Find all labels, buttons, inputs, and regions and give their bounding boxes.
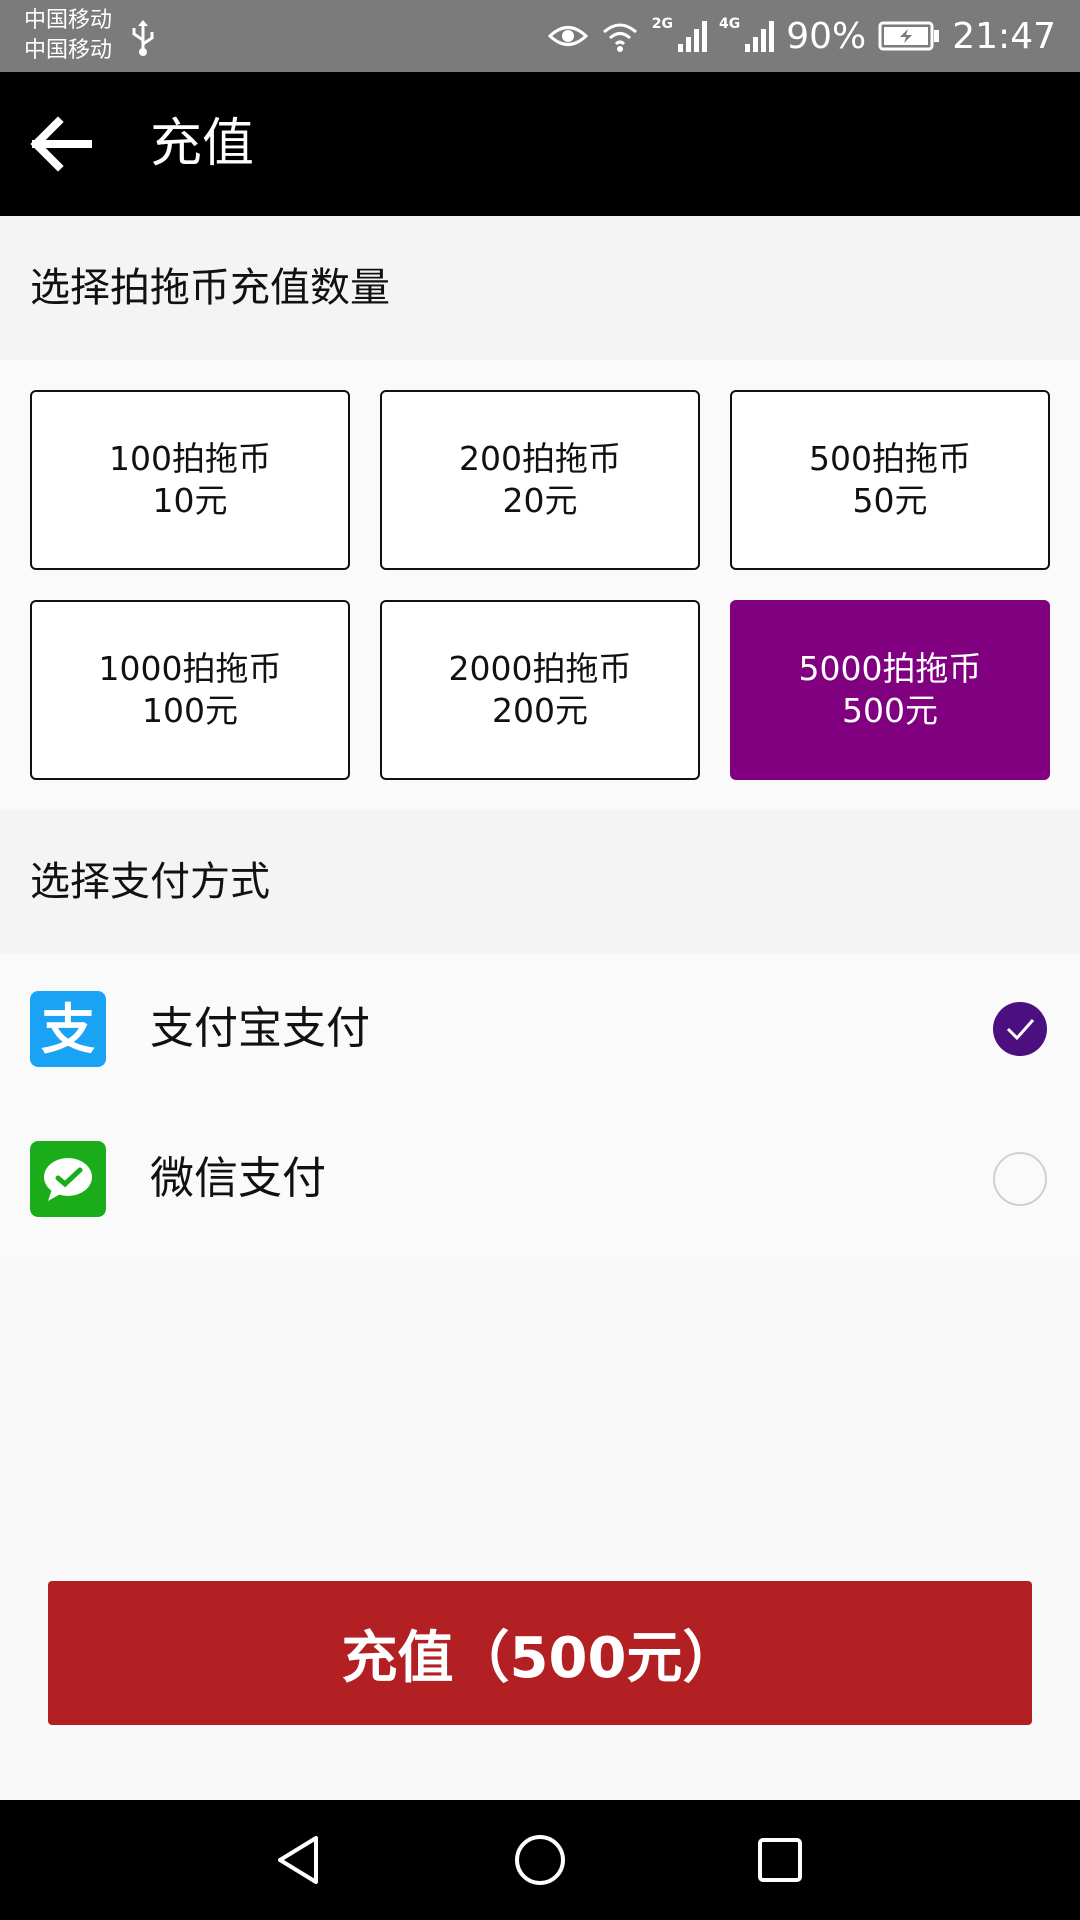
signal-icon [745,21,775,52]
amount-option-2000[interactable]: 2000拍拖币 200元 [380,600,700,780]
payment-option-alipay[interactable]: 支 支付宝支付 [0,954,1080,1104]
option-price: 20元 [502,481,578,520]
wifi-icon [602,23,637,52]
option-coins: 100拍拖币 [109,439,271,478]
svg-text:支: 支 [41,998,95,1061]
option-price: 50元 [852,481,928,520]
battery-percent: 90% [786,15,867,57]
wechat-radio-unchecked[interactable] [993,1152,1047,1206]
option-price: 500元 [842,691,938,730]
option-coins: 1000拍拖币 [98,649,282,688]
back-button[interactable] [26,110,94,178]
carrier-info: 中国移动 中国移动 [24,6,112,66]
alipay-radio-checked[interactable] [993,1002,1047,1056]
page-title: 充值 [150,114,255,174]
carrier-2: 中国移动 [24,38,113,63]
check-icon [1006,1019,1035,1041]
payment-label: 微信支付 [150,1153,326,1204]
nav-recent-icon[interactable] [750,1830,810,1890]
option-coins: 500拍拖币 [809,439,971,478]
amount-option-5000[interactable]: 5000拍拖币 500元 [730,600,1050,780]
option-price: 100元 [142,691,238,730]
option-price: 10元 [152,481,228,520]
battery-icon [878,21,940,51]
eye-icon [547,26,588,46]
amount-option-1000[interactable]: 1000拍拖币 100元 [30,600,350,780]
payment-option-wechat[interactable]: 微信支付 [0,1104,1080,1254]
option-coins: 2000拍拖币 [448,649,632,688]
amount-section-heading: 选择拍拖币充值数量 [0,216,1080,360]
nav-back-icon[interactable] [270,1830,330,1890]
amount-options-grid: 100拍拖币 10元 200拍拖币 20元 500拍拖币 50元 1000拍拖币… [0,360,1080,810]
wechat-icon [30,1141,106,1217]
network-type-1: 2G [651,16,673,32]
carrier-1: 中国移动 [24,8,113,33]
status-icons: 2G 4G 90% 21:47 [547,0,1056,72]
app-bar: 充值 [0,72,1080,216]
payment-label: 支付宝支付 [150,1003,370,1054]
option-coins: 200拍拖币 [459,439,621,478]
option-price: 200元 [492,691,588,730]
signal-icon [678,21,707,52]
usb-icon [132,20,154,56]
status-bar: 中国移动 中国移动 2G 4G 90% 21:47 [0,0,1080,72]
nav-home-icon[interactable] [510,1830,570,1890]
amount-option-500[interactable]: 500拍拖币 50元 [730,390,1050,570]
alipay-icon: 支 [30,991,106,1067]
payment-section-heading: 选择支付方式 [0,810,1080,954]
network-type-2: 4G [719,16,741,32]
arrow-left-icon [30,116,92,172]
system-nav-bar [0,1800,1080,1920]
amount-option-200[interactable]: 200拍拖币 20元 [380,390,700,570]
recharge-submit-button[interactable]: 充值（500元） [48,1581,1032,1725]
amount-option-100[interactable]: 100拍拖币 10元 [30,390,350,570]
clock: 21:47 [952,15,1056,57]
option-coins: 5000拍拖币 [798,649,982,688]
